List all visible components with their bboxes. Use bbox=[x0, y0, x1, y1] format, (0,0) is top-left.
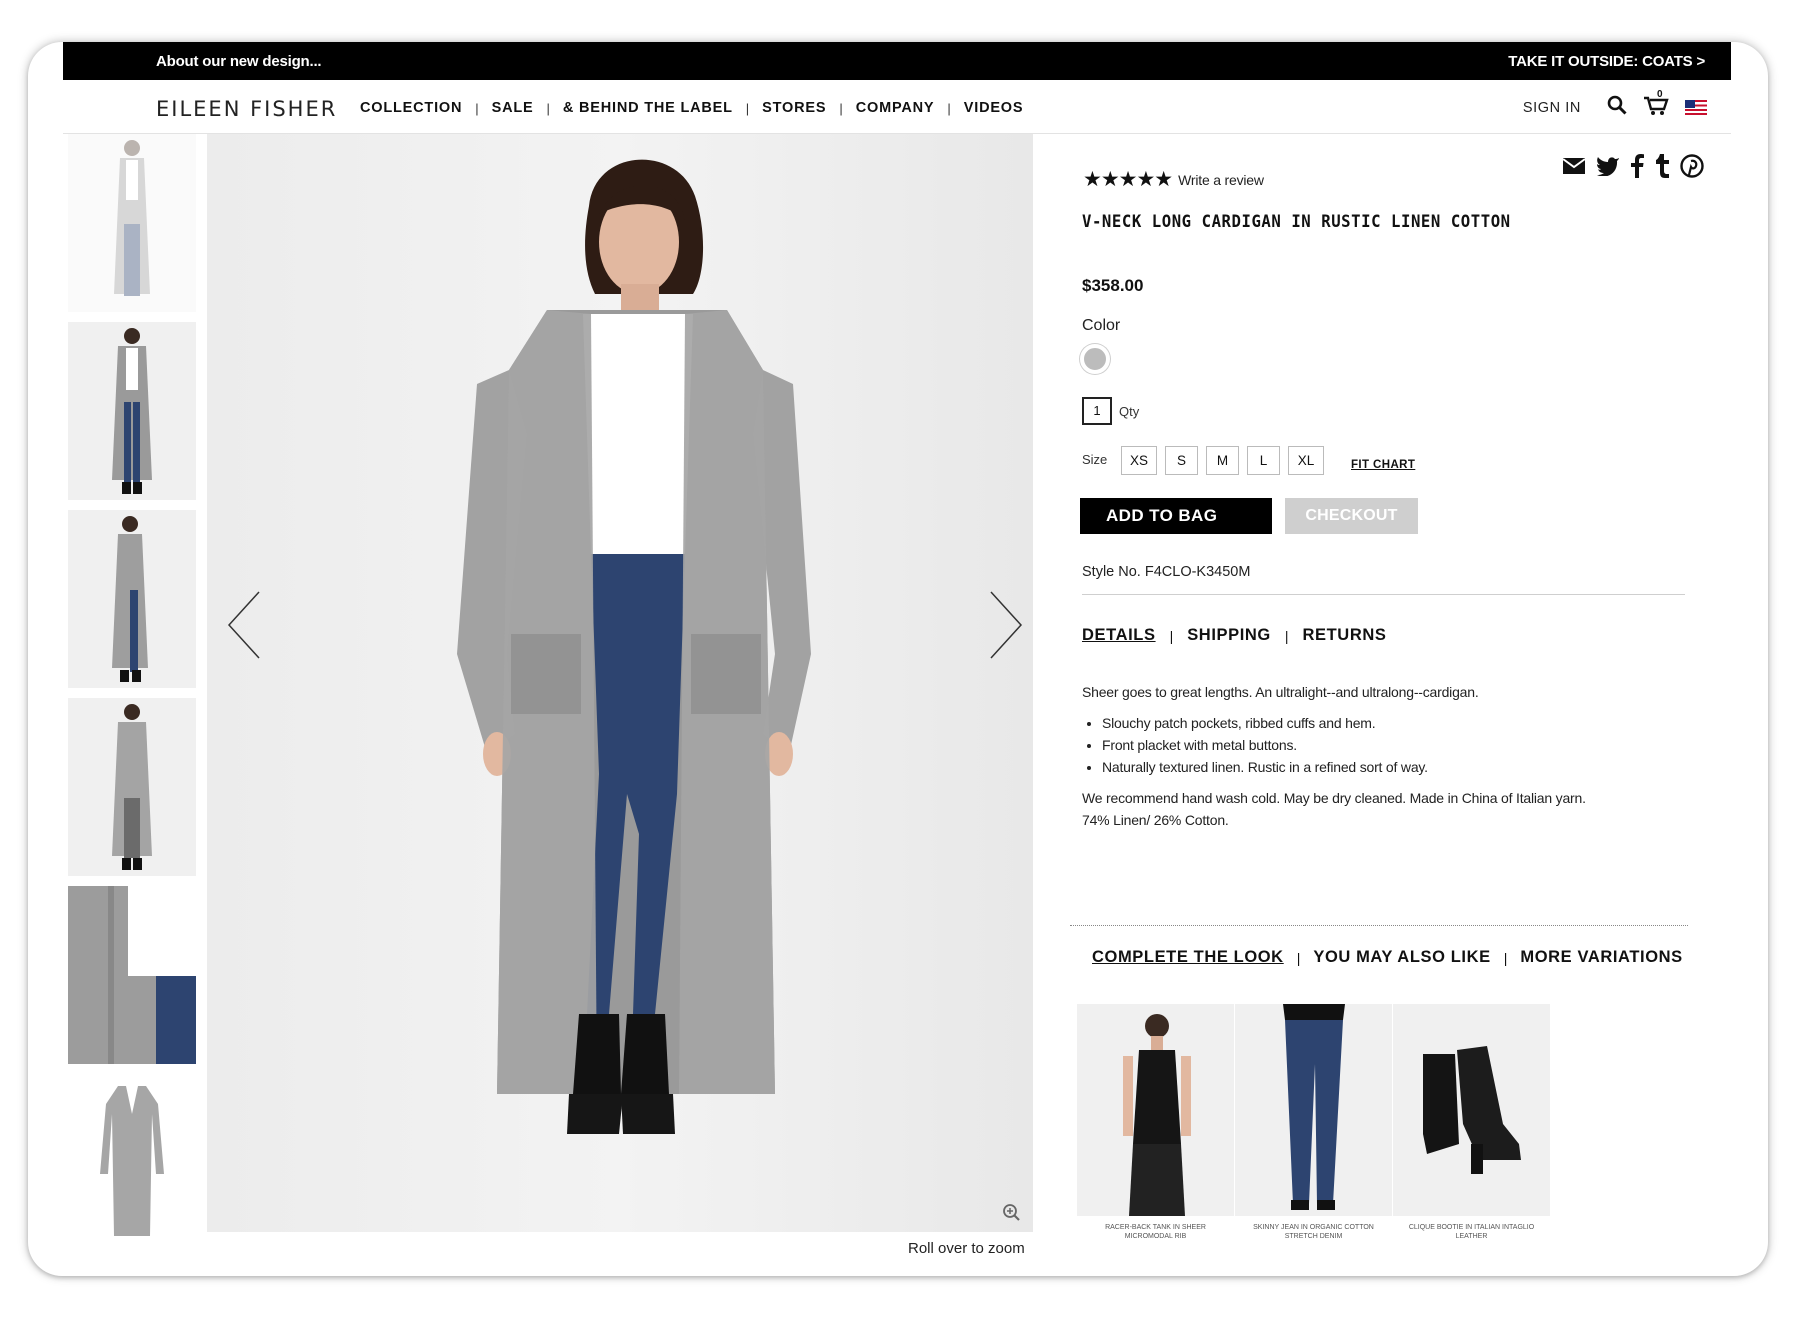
tab-complete-the-look[interactable]: COMPLETE THE LOOK bbox=[1092, 948, 1284, 967]
details-tabs: DETAILS | SHIPPING | RETURNS bbox=[1082, 626, 1386, 645]
recommendation-caption: SKINNY JEAN IN ORGANIC COTTON STRETCH DE… bbox=[1253, 1224, 1374, 1240]
nav-stores[interactable]: STORES bbox=[762, 100, 826, 116]
tab-separator: | bbox=[1169, 627, 1174, 644]
product-price: $358.00 bbox=[1082, 276, 1144, 295]
checkout-button[interactable]: CHECKOUT bbox=[1285, 498, 1418, 534]
description-intro: Sheer goes to great lengths. An ultralig… bbox=[1082, 684, 1479, 700]
main-product-image[interactable] bbox=[207, 134, 1033, 1232]
about-design-link[interactable]: About our new design... bbox=[156, 53, 322, 70]
tumblr-icon[interactable] bbox=[1654, 154, 1670, 183]
size-selector: XS S M L XL bbox=[1121, 446, 1332, 475]
recommendation-caption: CLIQUE BOOTIE IN ITALIAN INTAGLIO LEATHE… bbox=[1408, 1224, 1535, 1240]
nav-videos[interactable]: VIDEOS bbox=[964, 100, 1024, 116]
style-number: Style No. F4CLO-K3450M bbox=[1082, 564, 1251, 580]
description-bullets: Slouchy patch pockets, ribbed cuffs and … bbox=[1102, 712, 1602, 778]
cart-icon[interactable]: 0 bbox=[1643, 89, 1669, 121]
zoom-icon[interactable] bbox=[1002, 1203, 1022, 1228]
next-image-arrow[interactable] bbox=[985, 590, 1025, 660]
nav-separator: | bbox=[546, 100, 550, 116]
recommendation-item[interactable]: RACER-BACK TANK IN SHEER MICROMODAL RIB bbox=[1077, 1004, 1234, 1241]
pinterest-icon[interactable] bbox=[1680, 154, 1704, 183]
size-xl-button[interactable]: XL bbox=[1288, 446, 1324, 475]
share-icons bbox=[1552, 154, 1704, 183]
tab-shipping[interactable]: SHIPPING bbox=[1187, 626, 1271, 645]
size-label: Size bbox=[1082, 452, 1108, 467]
dotted-divider bbox=[1070, 925, 1688, 926]
search-icon[interactable] bbox=[1607, 95, 1627, 120]
nav-company[interactable]: COMPANY bbox=[856, 100, 935, 116]
tab-details[interactable]: DETAILS bbox=[1082, 626, 1156, 645]
nav-separator: | bbox=[839, 100, 843, 116]
list-item: Naturally textured linen. Rustic in a re… bbox=[1102, 756, 1602, 778]
promo-bar: About our new design... TAKE IT OUTSIDE:… bbox=[63, 42, 1731, 80]
tab-returns[interactable]: RETURNS bbox=[1303, 626, 1387, 645]
promo-coats-link[interactable]: TAKE IT OUTSIDE: COATS > bbox=[1508, 53, 1705, 70]
thumbnail[interactable] bbox=[68, 1074, 196, 1252]
divider bbox=[1082, 594, 1685, 595]
recommendation-caption: RACER-BACK TANK IN SHEER MICROMODAL RIB bbox=[1105, 1224, 1206, 1240]
recommendation-image bbox=[1077, 1004, 1234, 1216]
email-icon[interactable] bbox=[1562, 157, 1586, 180]
recommendation-image bbox=[1235, 1004, 1392, 1216]
rating-row: ★★★★★ Write a review bbox=[1083, 167, 1264, 192]
tab-separator: | bbox=[1296, 949, 1301, 966]
brand-logo[interactable]: EILEEN FISHER bbox=[156, 97, 337, 121]
quantity-label: Qty bbox=[1119, 404, 1140, 419]
quantity-input[interactable]: 1 bbox=[1082, 397, 1112, 425]
color-swatch[interactable] bbox=[1080, 344, 1110, 374]
cart-count: 0 bbox=[1657, 89, 1663, 100]
nav-sale[interactable]: SALE bbox=[492, 100, 534, 116]
nav-separator: | bbox=[475, 100, 479, 116]
zoom-hint: Roll over to zoom bbox=[908, 1240, 1025, 1257]
thumbnail[interactable] bbox=[68, 510, 196, 688]
sign-in-link[interactable]: SIGN IN bbox=[1523, 100, 1581, 116]
thumbnail[interactable] bbox=[68, 886, 196, 1064]
thumbnail[interactable] bbox=[68, 322, 196, 500]
thumbnail[interactable] bbox=[68, 134, 196, 312]
recommendation-image bbox=[1393, 1004, 1550, 1216]
tab-more-variations[interactable]: MORE VARIATIONS bbox=[1520, 948, 1682, 967]
add-to-bag-button[interactable]: ADD TO BAG bbox=[1080, 498, 1272, 534]
fit-chart-link[interactable]: FIT CHART bbox=[1351, 459, 1415, 471]
prev-image-arrow[interactable] bbox=[225, 590, 265, 660]
size-xs-button[interactable]: XS bbox=[1121, 446, 1157, 475]
tab-separator: | bbox=[1503, 949, 1508, 966]
site-header: EILEEN FISHER COLLECTION | SALE | & BEHI… bbox=[63, 80, 1731, 134]
recommendation-list: RACER-BACK TANK IN SHEER MICROMODAL RIB … bbox=[1077, 1004, 1551, 1241]
nav-separator: | bbox=[947, 100, 951, 116]
twitter-icon[interactable] bbox=[1596, 156, 1620, 181]
recommendation-tabs: COMPLETE THE LOOK | YOU MAY ALSO LIKE | … bbox=[1092, 948, 1683, 967]
size-s-button[interactable]: S bbox=[1165, 446, 1198, 475]
size-m-button[interactable]: M bbox=[1206, 446, 1239, 475]
tab-separator: | bbox=[1284, 627, 1289, 644]
list-item: Front placket with metal buttons. bbox=[1102, 734, 1602, 756]
size-l-button[interactable]: L bbox=[1247, 446, 1280, 475]
recommendation-item[interactable]: CLIQUE BOOTIE IN ITALIAN INTAGLIO LEATHE… bbox=[1393, 1004, 1550, 1241]
thumbnail-gallery bbox=[68, 134, 196, 1262]
recommendation-item[interactable]: SKINNY JEAN IN ORGANIC COTTON STRETCH DE… bbox=[1235, 1004, 1392, 1241]
star-rating: ★★★★★ bbox=[1083, 168, 1173, 191]
header-utilities: SIGN IN 0 bbox=[1523, 89, 1707, 121]
write-review-link[interactable]: Write a review bbox=[1178, 172, 1264, 188]
product-description: Sheer goes to great lengths. An ultralig… bbox=[1082, 681, 1602, 831]
care-info: We recommend hand wash cold. May be dry … bbox=[1082, 790, 1586, 828]
facebook-icon[interactable] bbox=[1630, 154, 1644, 183]
product-title: V-NECK LONG CARDIGAN IN RUSTIC LINEN COT… bbox=[1082, 212, 1511, 232]
nav-separator: | bbox=[745, 100, 750, 116]
thumbnail[interactable] bbox=[68, 698, 196, 876]
list-item: Slouchy patch pockets, ribbed cuffs and … bbox=[1102, 712, 1602, 734]
color-label: Color bbox=[1082, 317, 1121, 334]
us-flag-icon[interactable] bbox=[1685, 100, 1707, 115]
tab-you-may-also-like[interactable]: YOU MAY ALSO LIKE bbox=[1313, 948, 1490, 967]
nav-behind-the-label[interactable]: & BEHIND THE LABEL bbox=[563, 100, 733, 116]
main-nav: COLLECTION | SALE | & BEHIND THE LABEL |… bbox=[360, 100, 1023, 116]
nav-collection[interactable]: COLLECTION bbox=[360, 100, 462, 116]
